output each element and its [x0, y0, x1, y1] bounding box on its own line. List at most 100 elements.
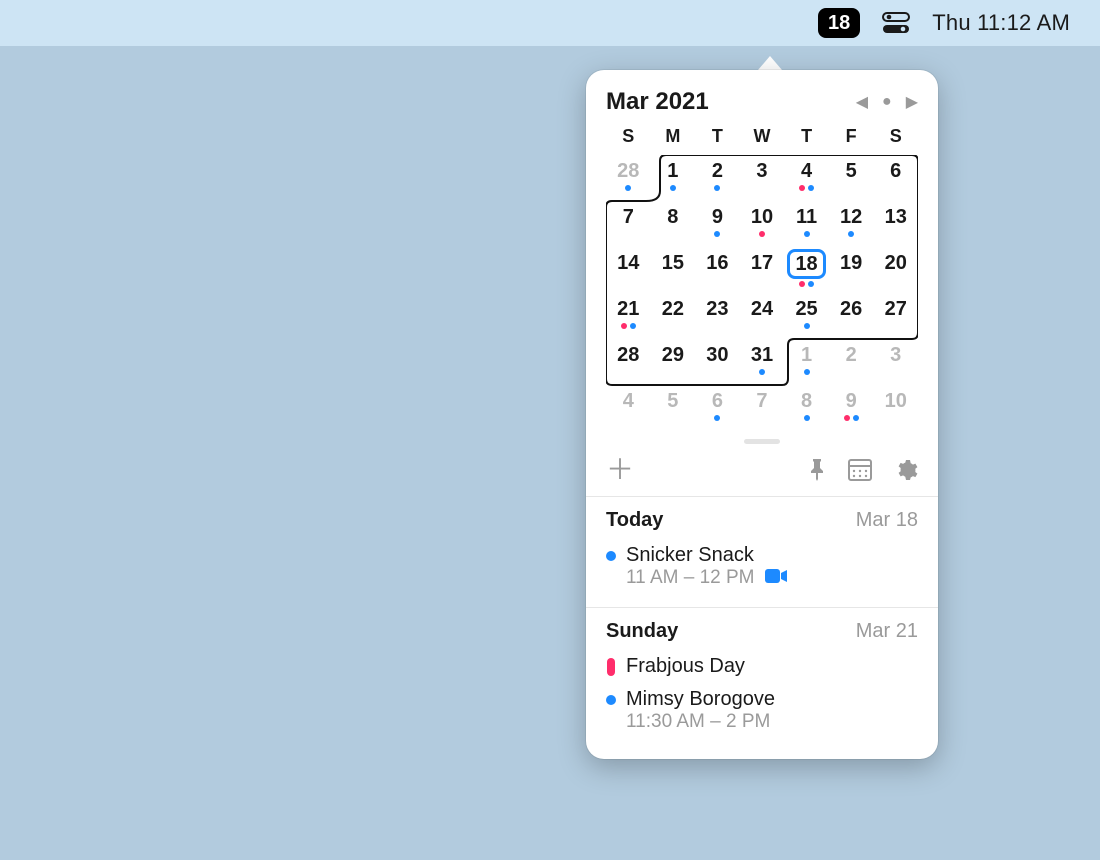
day-cell[interactable]: 13: [873, 201, 918, 247]
day-cell[interactable]: 16: [695, 247, 740, 293]
day-cell[interactable]: 21: [606, 293, 651, 339]
day-number: 8: [667, 205, 678, 229]
day-cell[interactable]: 15: [651, 247, 696, 293]
day-cell[interactable]: 27: [873, 293, 918, 339]
day-number: 28: [617, 343, 639, 367]
next-month-button[interactable]: ▶: [906, 92, 918, 112]
agenda-section-title: Sunday: [606, 620, 678, 643]
day-number: 20: [885, 251, 907, 275]
prev-month-button[interactable]: ◀: [856, 92, 868, 112]
day-cell[interactable]: 10: [740, 201, 785, 247]
day-cell[interactable]: 17: [740, 247, 785, 293]
dow-label: M: [651, 126, 696, 147]
day-cell[interactable]: 8: [784, 385, 829, 431]
day-cell[interactable]: 5: [829, 155, 874, 201]
event-dots: [804, 231, 810, 239]
event-dots: [714, 415, 720, 423]
agenda-event[interactable]: Frabjous Day: [606, 651, 918, 684]
day-number: 14: [617, 251, 639, 275]
day-number: 10: [885, 389, 907, 413]
agenda-list: TodayMar 18Snicker Snack11 AM – 12 PMSun…: [606, 497, 918, 759]
event-marker-dot: [606, 551, 616, 561]
day-cell[interactable]: 4: [606, 385, 651, 431]
agenda-section-date: Mar 18: [856, 509, 918, 532]
popover-panel: Mar 2021 ◀ ● ▶ SMTWTFS 28123456789101112…: [586, 70, 938, 759]
video-call-icon[interactable]: [765, 567, 787, 589]
day-cell[interactable]: 1: [651, 155, 696, 201]
event-title-row: Snicker Snack: [606, 544, 918, 567]
day-number: 10: [751, 205, 773, 229]
event-dots: [804, 369, 810, 377]
day-number: 15: [662, 251, 684, 275]
event-title-row: Mimsy Borogove: [606, 688, 918, 711]
day-cell[interactable]: 3: [873, 339, 918, 385]
dow-label: W: [740, 126, 785, 147]
day-cell[interactable]: 26: [829, 293, 874, 339]
day-cell[interactable]: 14: [606, 247, 651, 293]
day-cell[interactable]: 10: [873, 385, 918, 431]
menubar-clock[interactable]: Thu 11:12 AM: [932, 10, 1070, 36]
day-number: 4: [623, 389, 634, 413]
agenda-event[interactable]: Mimsy Borogove11:30 AM – 2 PM: [606, 684, 918, 739]
event-dots: [804, 415, 810, 423]
day-cell[interactable]: 18: [784, 247, 829, 293]
day-cell[interactable]: 24: [740, 293, 785, 339]
day-cell[interactable]: 28: [606, 155, 651, 201]
day-number: 28: [617, 159, 639, 183]
day-number: 25: [795, 297, 817, 321]
day-cell[interactable]: 30: [695, 339, 740, 385]
day-cell[interactable]: 28: [606, 339, 651, 385]
menubar-date-badge[interactable]: 18: [818, 8, 860, 38]
day-cell[interactable]: 2: [829, 339, 874, 385]
day-number: 4: [801, 159, 812, 183]
settings-button[interactable]: [894, 458, 918, 482]
day-cell[interactable]: 31: [740, 339, 785, 385]
day-number: 2: [712, 159, 723, 183]
resize-handle[interactable]: [744, 439, 780, 444]
day-number: 23: [706, 297, 728, 321]
event-name: Snicker Snack: [626, 544, 754, 567]
add-event-button[interactable]: ＋: [606, 459, 634, 481]
day-cell[interactable]: 4: [784, 155, 829, 201]
day-cell[interactable]: 6: [873, 155, 918, 201]
day-number: 19: [840, 251, 862, 275]
day-number: 13: [885, 205, 907, 229]
event-marker-dot: [606, 695, 616, 705]
dow-label: F: [829, 126, 874, 147]
day-cell[interactable]: 6: [695, 385, 740, 431]
dow-label: T: [695, 126, 740, 147]
pin-button[interactable]: [808, 459, 826, 481]
day-number: 3: [756, 159, 767, 183]
day-number: 5: [846, 159, 857, 183]
day-number: 7: [623, 205, 634, 229]
day-cell[interactable]: 9: [829, 385, 874, 431]
day-cell[interactable]: 5: [651, 385, 696, 431]
day-cell[interactable]: 7: [740, 385, 785, 431]
day-cell[interactable]: 8: [651, 201, 696, 247]
day-cell[interactable]: 20: [873, 247, 918, 293]
day-number: 1: [667, 159, 678, 183]
day-cell[interactable]: 29: [651, 339, 696, 385]
day-number: 8: [801, 389, 812, 413]
day-cell[interactable]: 2: [695, 155, 740, 201]
dow-label: T: [784, 126, 829, 147]
day-cell[interactable]: 19: [829, 247, 874, 293]
day-cell[interactable]: 23: [695, 293, 740, 339]
event-time: 11 AM – 12 PM: [626, 567, 918, 589]
control-center-icon[interactable]: [882, 12, 910, 34]
day-cell[interactable]: 12: [829, 201, 874, 247]
day-cell[interactable]: 11: [784, 201, 829, 247]
day-cell[interactable]: 3: [740, 155, 785, 201]
calendar-view-button[interactable]: [848, 459, 872, 481]
day-cell[interactable]: 22: [651, 293, 696, 339]
agenda-event[interactable]: Snicker Snack11 AM – 12 PM: [606, 540, 918, 595]
day-cell[interactable]: 1: [784, 339, 829, 385]
event-dots: [804, 323, 810, 331]
day-cell[interactable]: 7: [606, 201, 651, 247]
day-cell[interactable]: 25: [784, 293, 829, 339]
today-dot-button[interactable]: ●: [882, 93, 892, 111]
day-number: 17: [751, 251, 773, 275]
agenda-section-date: Mar 21: [856, 620, 918, 643]
day-cell[interactable]: 9: [695, 201, 740, 247]
event-dots: [714, 185, 720, 193]
